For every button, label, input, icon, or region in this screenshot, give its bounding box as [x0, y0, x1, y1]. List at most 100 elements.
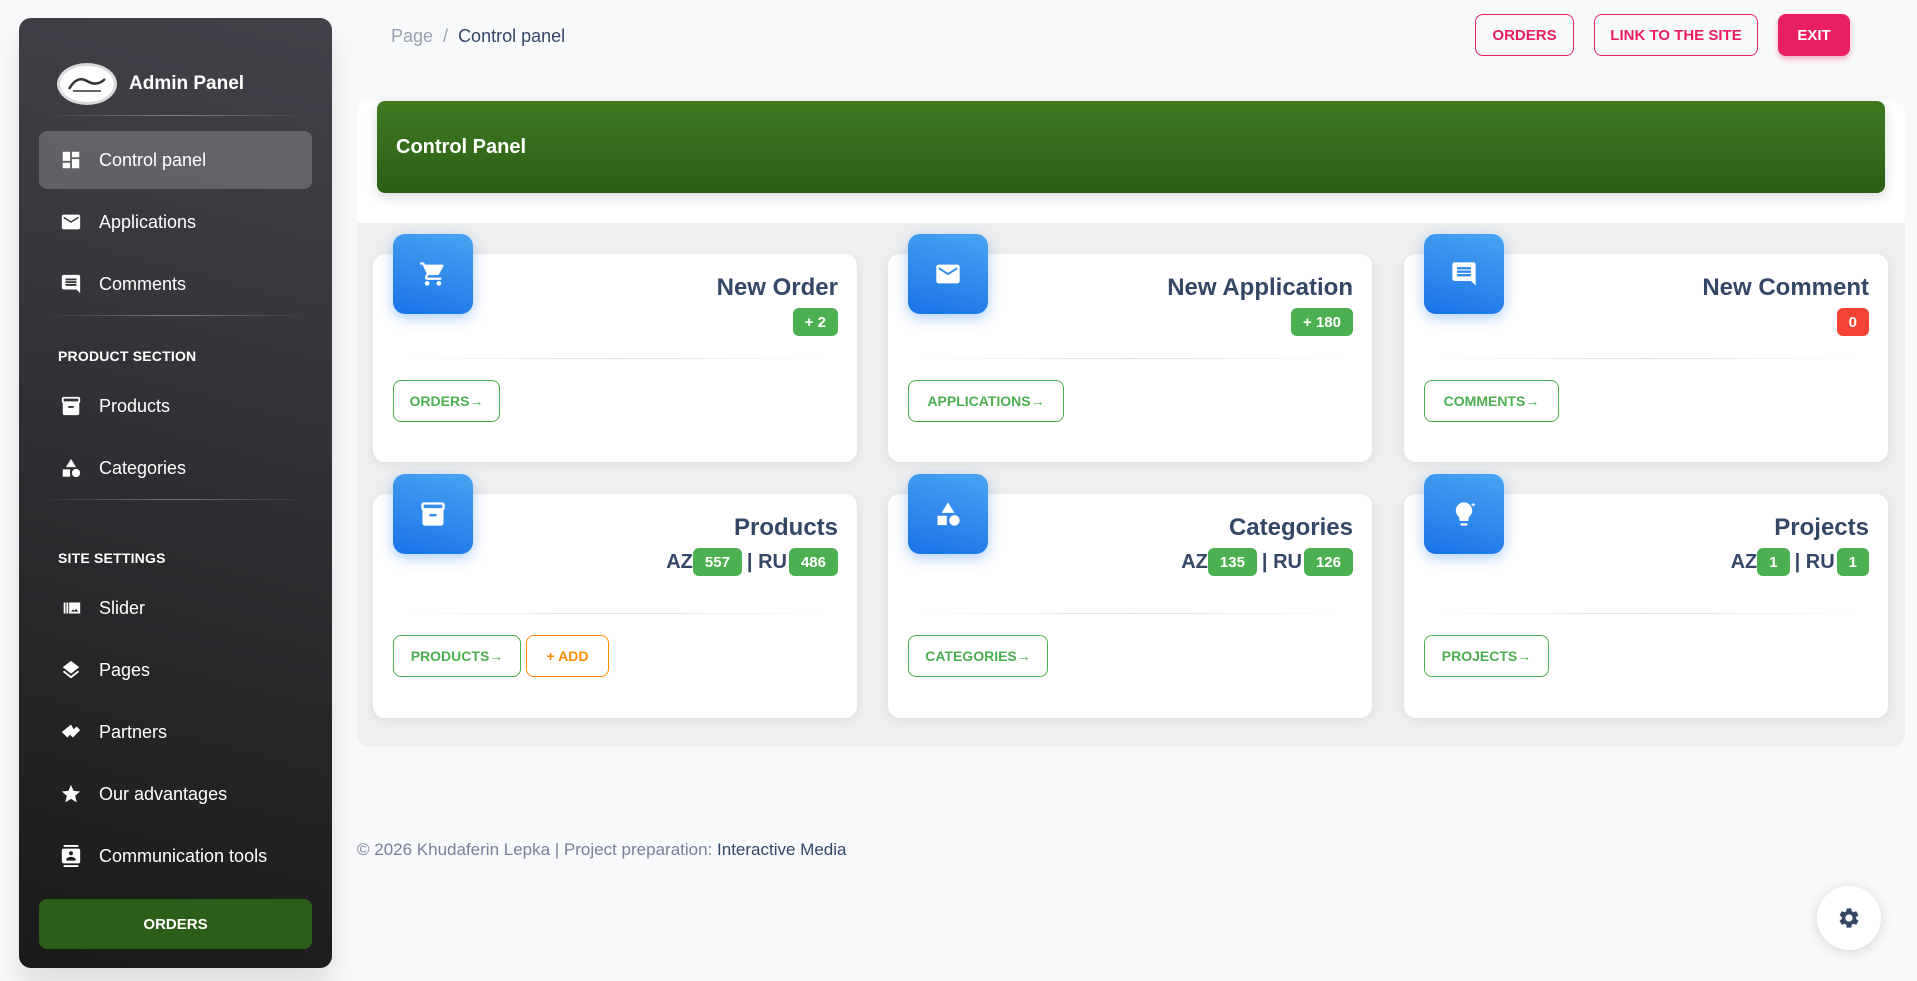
ru-count-badge: 126: [1303, 548, 1353, 576]
sidebar: Admin Panel Control panel Applications C…: [19, 18, 332, 968]
archive-icon: [393, 474, 473, 554]
divider: [39, 499, 312, 500]
divider: [1424, 613, 1868, 614]
card-title: Categories: [1228, 514, 1353, 541]
count-badge: 0: [1836, 308, 1869, 336]
footer-link[interactable]: Interactive Media: [717, 840, 846, 859]
card-badge-row: AZ 135 | RU 126: [1181, 548, 1353, 576]
brand-title: Admin Panel: [129, 73, 245, 94]
breadcrumb-separator: /: [443, 26, 449, 46]
main-panel: Control Panel New Order + 2 ORDERS→ New …: [357, 101, 1905, 747]
az-label: AZ: [666, 550, 693, 573]
brand-logo: [57, 63, 117, 105]
divider: [1424, 358, 1868, 359]
az-label: AZ: [1730, 550, 1758, 573]
card-new-application: New Application + 180 APPLICATIONS→: [888, 234, 1372, 462]
orders-link-button[interactable]: ORDERS→: [393, 380, 500, 422]
products-link-button[interactable]: PRODUCTS→: [393, 635, 521, 677]
ru-label: | RU: [1794, 550, 1835, 573]
layers-icon: [59, 658, 83, 682]
category-icon: [908, 474, 988, 554]
exit-button[interactable]: EXIT: [1778, 14, 1850, 56]
section-title-site-settings: SITE SETTINGS: [58, 550, 166, 566]
sidebar-item-applications[interactable]: Applications: [39, 193, 312, 251]
ru-label: | RU: [1261, 550, 1302, 573]
applications-link-button[interactable]: APPLICATIONS→: [908, 380, 1064, 422]
breadcrumb-root[interactable]: Page: [391, 26, 433, 47]
comment-icon: [59, 272, 83, 296]
projects-link-button[interactable]: PROJECTS→: [1424, 635, 1549, 677]
comment-icon: [1424, 234, 1504, 314]
sidebar-item-communication-tools[interactable]: Communication tools: [39, 827, 312, 885]
category-icon: [59, 456, 83, 480]
card-badge-row: 0: [1836, 308, 1869, 336]
lightbulb-icon: [1424, 474, 1504, 554]
sidebar-item-label: Our advantages: [99, 783, 228, 804]
mail-icon: [59, 210, 83, 234]
sidebar-item-label: Categories: [99, 457, 187, 478]
divider: [393, 613, 837, 614]
divider: [393, 358, 837, 359]
card-title: New Comment: [1702, 274, 1869, 301]
card-products: Products AZ 557 | RU 486 PRODUCTS→ + ADD: [373, 474, 857, 718]
categories-link-button[interactable]: CATEGORIES→: [908, 635, 1048, 677]
page-title: Control Panel: [396, 135, 527, 158]
dashboard-icon: [59, 148, 83, 172]
divider: [39, 315, 312, 316]
sidebar-item-label: Partners: [99, 721, 168, 742]
archive-icon: [59, 394, 83, 418]
card-badge-row: AZ 557 | RU 486: [666, 548, 838, 576]
sidebar-item-label: Pages: [99, 659, 151, 680]
sidebar-item-label: Applications: [99, 211, 197, 232]
sidebar-item-label: Products: [99, 395, 171, 416]
handshake-icon: [59, 720, 83, 744]
contact-icon: [59, 844, 83, 868]
sidebar-item-label: Slider: [99, 597, 146, 618]
footer: © 2026 Khudaferin Lepka | Project prepar…: [357, 840, 846, 860]
comments-link-button[interactable]: COMMENTS→: [1424, 380, 1559, 422]
sidebar-item-label: Communication tools: [99, 845, 268, 866]
card-title: New Application: [1167, 274, 1353, 301]
sidebar-item-categories[interactable]: Categories: [39, 439, 312, 497]
ru-label: | RU: [746, 550, 787, 573]
link-to-site-button[interactable]: LINK TO THE SITE: [1594, 14, 1758, 56]
slider-icon: [59, 596, 83, 620]
sidebar-item-slider[interactable]: Slider: [39, 579, 312, 637]
count-badge: + 180: [1291, 308, 1353, 336]
card-badge-row: + 180: [1291, 308, 1353, 336]
divider: [39, 115, 312, 116]
card-categories: Categories AZ 135 | RU 126 CATEGORIES→: [888, 474, 1372, 718]
sidebar-item-label: Control panel: [99, 149, 207, 170]
sidebar-item-control-panel[interactable]: Control panel: [39, 131, 312, 189]
card-title: Products: [733, 514, 838, 541]
card-new-order: New Order + 2 ORDERS→: [373, 234, 857, 462]
breadcrumb: Page / Control panel: [391, 26, 565, 47]
az-count-badge: 1: [1757, 548, 1790, 576]
section-title-product: PRODUCT SECTION: [58, 348, 197, 364]
count-badge: + 2: [792, 308, 838, 336]
breadcrumb-current: Control panel: [458, 26, 566, 46]
cart-icon: [393, 234, 473, 314]
sidebar-item-products[interactable]: Products: [39, 377, 312, 435]
settings-button[interactable]: [1817, 886, 1881, 950]
mail-icon: [908, 234, 988, 314]
brand[interactable]: Admin Panel: [57, 44, 244, 124]
card-new-comment: New Comment 0 COMMENTS→: [1404, 234, 1888, 462]
divider: [908, 358, 1352, 359]
card-projects: Projects AZ 1 | RU 1 PROJECTS→: [1404, 474, 1888, 718]
az-count-badge: 557: [692, 548, 742, 576]
az-count-badge: 135: [1207, 548, 1257, 576]
card-badge-row: AZ 1 | RU 1: [1731, 548, 1869, 576]
gear-icon: [1839, 908, 1859, 928]
sidebar-orders-button[interactable]: ORDERS: [39, 899, 312, 949]
sidebar-item-partners[interactable]: Partners: [39, 703, 312, 761]
sidebar-item-pages[interactable]: Pages: [39, 641, 312, 699]
sidebar-item-comments[interactable]: Comments: [39, 255, 312, 313]
star-icon: [59, 782, 83, 806]
orders-button[interactable]: ORDERS: [1475, 14, 1574, 56]
add-product-button[interactable]: + ADD: [526, 635, 609, 677]
sidebar-item-label: Comments: [99, 273, 187, 294]
card-title: Projects: [1774, 514, 1869, 541]
divider: [908, 613, 1352, 614]
sidebar-item-advantages[interactable]: Our advantages: [39, 765, 312, 823]
